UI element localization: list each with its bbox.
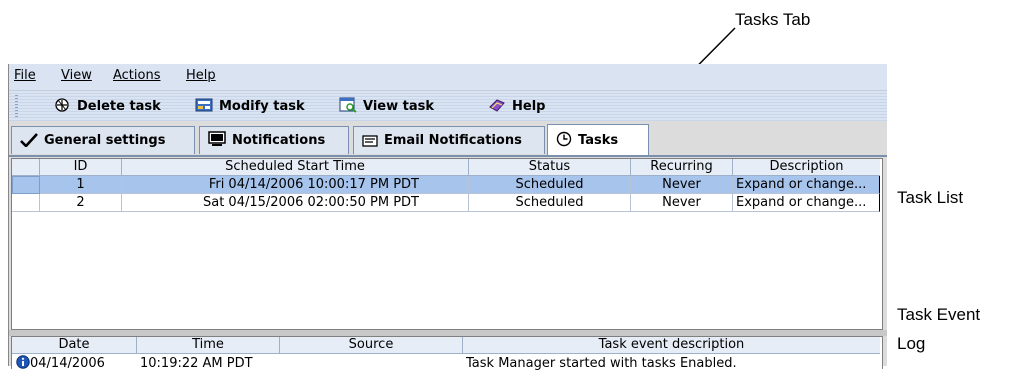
row-selector-header[interactable] — [12, 159, 40, 175]
envelope-icon — [362, 135, 378, 147]
table-row[interactable]: 04/14/2006 10:19:22 AM PDT Task Manager … — [12, 355, 880, 373]
column-header-status[interactable]: Status — [469, 159, 631, 175]
clock-icon — [556, 131, 572, 147]
task-start-cell: Fri 04/14/2006 10:00:17 PM PDT — [122, 176, 469, 194]
menu-actions[interactable]: Actions — [113, 68, 161, 83]
task-event-log-panel: Date Time Source Task event description … — [11, 336, 883, 371]
delete-task-button[interactable]: Delete task — [53, 97, 161, 114]
row-selector[interactable] — [12, 194, 40, 212]
view-task-icon — [339, 97, 357, 113]
menu-view[interactable]: View — [61, 68, 92, 83]
task-list-annotation: Task List — [897, 188, 964, 207]
modify-task-button[interactable]: Modify task — [195, 97, 305, 114]
info-icon — [16, 355, 30, 369]
monitor-icon — [208, 131, 226, 146]
task-recurring-cell: Never — [631, 176, 733, 194]
tab-general-settings[interactable]: General settings — [11, 126, 195, 154]
task-description-cell[interactable]: Expand or change... — [733, 194, 880, 212]
task-table-header: ID Scheduled Start Time Status Recurring… — [12, 159, 880, 176]
delete-task-icon — [55, 98, 69, 112]
tab-notifications[interactable]: Notifications — [199, 126, 349, 154]
checkmark-icon — [20, 133, 38, 147]
task-list-panel: ID Scheduled Start Time Status Recurring… — [11, 158, 883, 330]
column-header-start-time[interactable]: Scheduled Start Time — [122, 159, 469, 175]
event-date-cell: 04/14/2006 — [12, 355, 137, 373]
column-header-time[interactable]: Time — [137, 337, 280, 353]
task-status-cell: Scheduled — [469, 194, 631, 212]
help-button[interactable]: Help — [488, 97, 545, 114]
row-selector[interactable] — [12, 176, 40, 194]
table-row[interactable]: 2 Sat 04/15/2006 02:00:50 PM PDT Schedul… — [12, 194, 880, 212]
task-id-cell: 1 — [40, 176, 122, 194]
menu-bar: File View Actions Help — [9, 64, 887, 91]
column-header-description[interactable]: Description — [733, 159, 880, 175]
column-header-recurring[interactable]: Recurring — [631, 159, 733, 175]
task-event-log-annotation-line1: Task Event — [897, 305, 981, 324]
event-source-cell — [280, 355, 463, 373]
table-row[interactable]: 1 Fri 04/14/2006 10:00:17 PM PDT Schedul… — [12, 176, 880, 194]
column-header-source[interactable]: Source — [280, 337, 463, 353]
event-table-header: Date Time Source Task event description — [12, 337, 880, 354]
event-description-cell: Task Manager started with tasks Enabled. — [466, 356, 737, 371]
view-task-button[interactable]: View task — [339, 97, 434, 114]
task-manager-window: File View Actions Help Delete task Modif… — [8, 64, 887, 371]
column-header-date[interactable]: Date — [12, 337, 137, 353]
modify-task-icon — [195, 98, 213, 112]
tabs-underline — [9, 155, 887, 157]
event-time-cell: 10:19:22 AM PDT — [140, 356, 253, 371]
settings-tabs: General settings Notifications Email Not… — [9, 124, 887, 156]
tab-email-notifications[interactable]: Email Notifications — [353, 126, 545, 154]
menu-help[interactable]: Help — [186, 68, 216, 83]
column-header-event-description[interactable]: Task event description — [463, 337, 880, 353]
task-description-cell[interactable]: Expand or change... — [733, 176, 880, 194]
task-id-cell: 2 — [40, 194, 122, 212]
task-recurring-cell: Never — [631, 194, 733, 212]
task-event-log-annotation-line2: Log — [897, 334, 926, 353]
column-header-id[interactable]: ID — [40, 159, 122, 175]
help-book-icon — [489, 99, 505, 112]
tab-tasks[interactable]: Tasks — [547, 124, 649, 156]
toolbar-grip[interactable] — [15, 95, 18, 117]
task-status-cell: Scheduled — [469, 176, 631, 194]
menu-file[interactable]: File — [14, 68, 36, 83]
toolbar: Delete task Modify task View task Help — [9, 91, 887, 121]
task-start-cell: Sat 04/15/2006 02:00:50 PM PDT — [122, 194, 469, 212]
